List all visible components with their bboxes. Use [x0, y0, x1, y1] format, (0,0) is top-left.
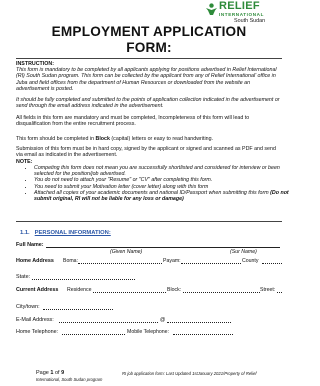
logo-subword: INTERNATIONAL — [219, 12, 264, 17]
email-label: E-Mail Address: — [16, 317, 54, 323]
full-name-label: Full Name: — [16, 242, 44, 248]
email-domain-field[interactable] — [167, 322, 231, 323]
application-form-page: RELIEF INTERNATIONAL South Sudan EMPLOYM… — [0, 0, 298, 386]
footer-org: International, South Sudan program — [36, 377, 103, 382]
para-4-pre: This form should be completed in — [16, 136, 96, 142]
title-line-1: EMPLOYMENT APPLICATION — [51, 24, 247, 39]
section-title: PERSONAL INFORMATION: — [34, 230, 111, 236]
boma-label: Boma: — [63, 258, 78, 264]
title-line-2: FORM: — [126, 40, 172, 55]
block-label: Block: — [167, 287, 182, 293]
footer-form-note: RI job application form: Last Updated 1s… — [122, 371, 257, 376]
section-number: 1.1. — [20, 230, 30, 236]
mobile-telephone-label: Mobile Telephone: — [127, 329, 170, 335]
full-name-field[interactable] — [46, 247, 280, 248]
boma-field[interactable] — [78, 263, 162, 264]
instruction-para-5: Submission of this form must be in hard … — [16, 146, 276, 159]
city-town-field[interactable] — [43, 309, 113, 310]
state-field[interactable] — [32, 279, 135, 280]
notes-list: Competing this form does not mean you ar… — [16, 165, 300, 202]
page-total: 9 — [61, 370, 65, 376]
residence-field[interactable] — [93, 292, 166, 293]
email-at-sign: @ — [160, 317, 166, 323]
section-heading-personal: 1.1. PERSONAL INFORMATION: — [20, 230, 111, 236]
street-field[interactable] — [277, 292, 282, 293]
note-item: Attached all copies of your academic doc… — [34, 190, 300, 202]
residence-label: Residence — [67, 287, 92, 293]
home-telephone-field[interactable] — [62, 334, 125, 335]
county-field[interactable] — [262, 263, 282, 264]
instruction-para-2: It should be fully completed and submitt… — [16, 97, 280, 110]
home-telephone-label: Home Telephone: — [16, 329, 59, 335]
logo-word: RELIEF — [219, 0, 260, 12]
page-title: EMPLOYMENT APPLICATION FORM: — [0, 24, 298, 56]
page-pre: Page — [36, 370, 51, 376]
para-4-post: (capital) letters or easy to read handwr… — [109, 136, 213, 142]
state-label: State: — [16, 274, 31, 280]
current-address-label: Current Address — [16, 287, 59, 293]
instruction-para-3: All fields in this form are mandatory an… — [16, 115, 250, 128]
county-label: County — [242, 258, 259, 264]
instruction-para-4: This form should be completed in Block (… — [16, 136, 282, 142]
divider-top — [16, 58, 282, 59]
street-label: Street: — [260, 287, 276, 293]
city-town-label: City/town: — [16, 304, 40, 310]
relief-international-logo: RELIEF INTERNATIONAL — [205, 1, 264, 18]
payam-field[interactable] — [181, 263, 241, 264]
page-mid: of — [53, 370, 62, 376]
page-number: Page 1 of 9 — [36, 370, 64, 376]
email-user-field[interactable] — [59, 322, 158, 323]
mobile-telephone-field[interactable] — [173, 334, 233, 335]
logo-figure-icon — [206, 3, 217, 15]
note-item-text: Attached all copies of your academic doc… — [34, 189, 269, 196]
note-item: Competing this form does not mean you ar… — [34, 165, 300, 177]
para-4-bold: Block — [95, 136, 110, 142]
home-address-label: Home Address — [16, 258, 54, 264]
block-field[interactable] — [183, 292, 260, 293]
given-name-caption: (Given Name) — [110, 249, 143, 255]
divider-mid — [16, 221, 282, 222]
instruction-para-1: This form is mandatory to be completed b… — [16, 67, 277, 93]
sur-name-caption: (Sur Name) — [230, 249, 257, 255]
payam-label: Payam: — [163, 258, 181, 264]
